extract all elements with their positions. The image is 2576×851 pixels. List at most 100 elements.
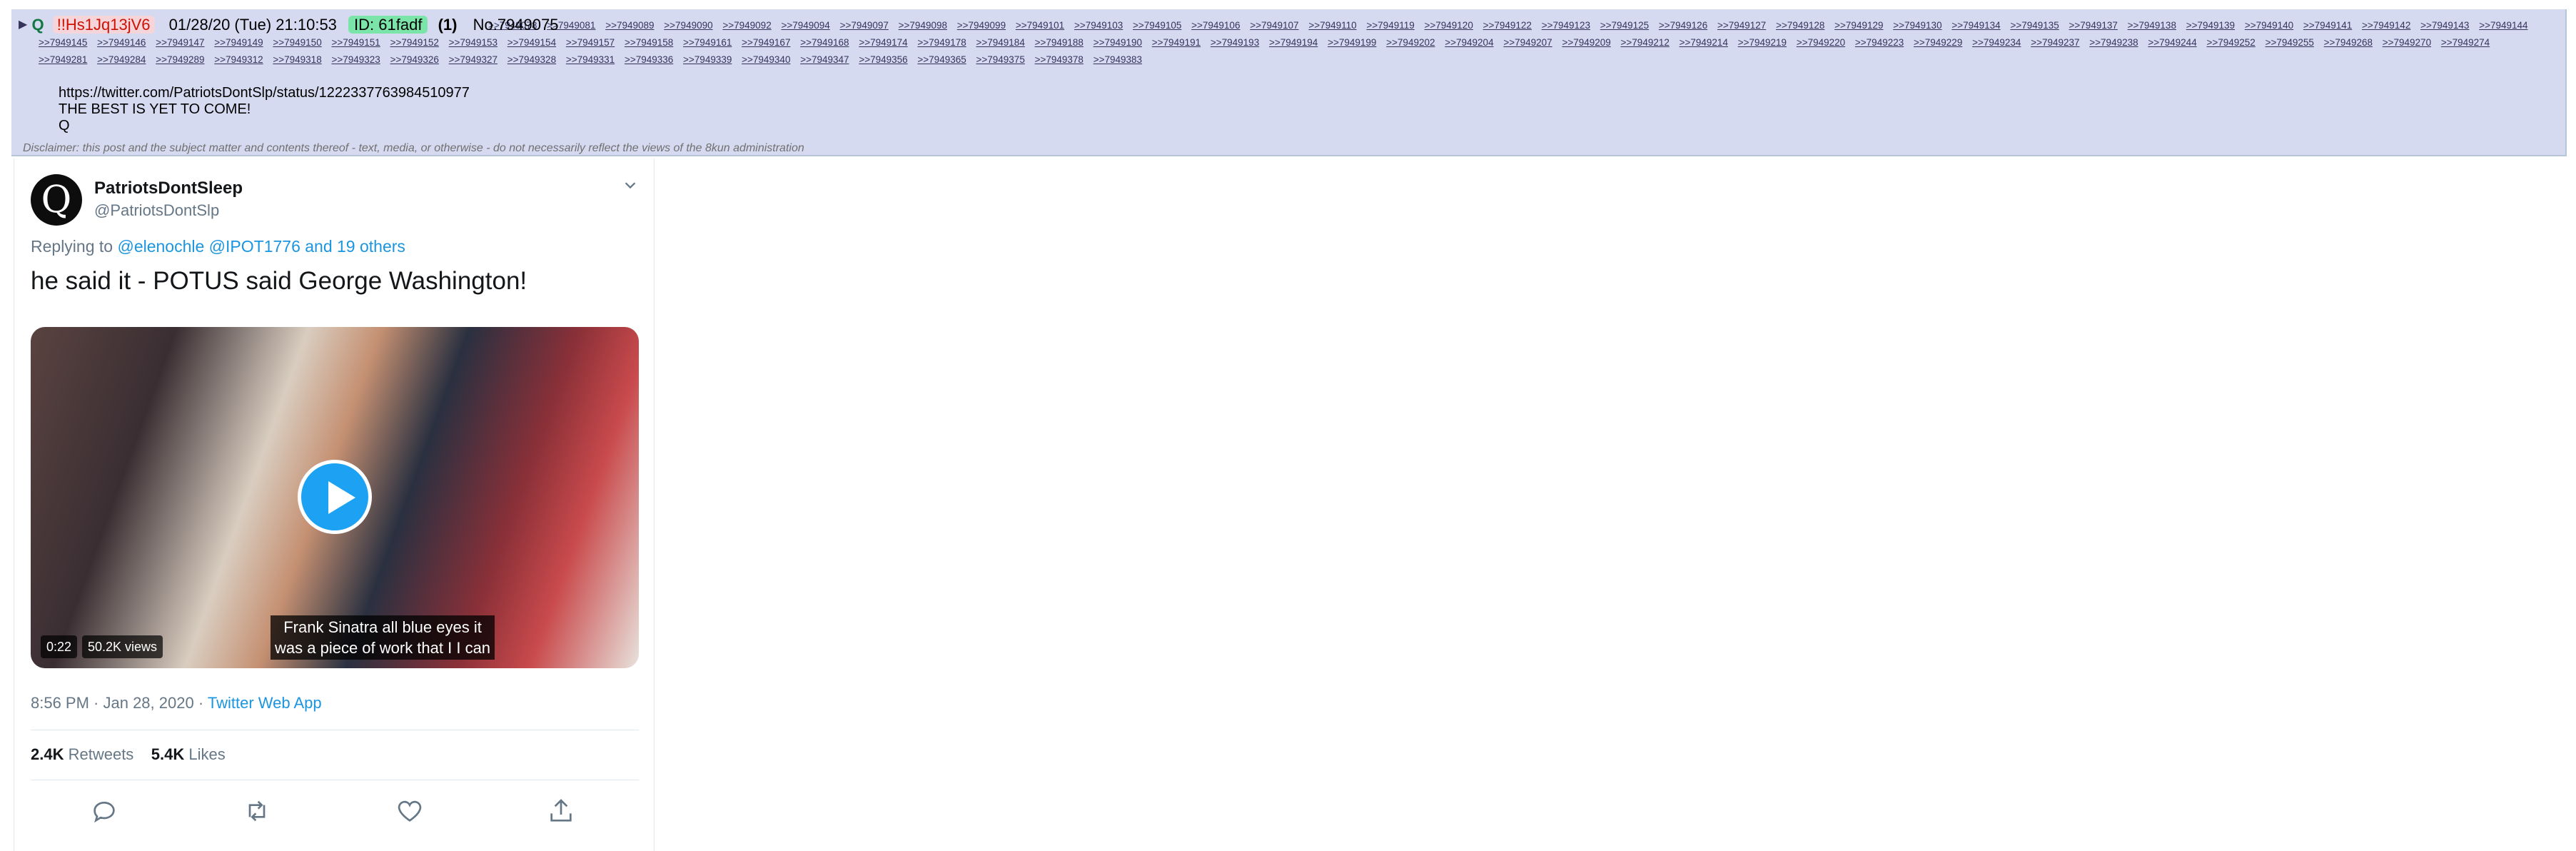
- backlink[interactable]: >>7949238: [2089, 37, 2138, 48]
- backlink[interactable]: >>7949099: [957, 20, 1006, 31]
- backlink[interactable]: >>7949143: [2420, 20, 2469, 31]
- backlink[interactable]: >>7949097: [840, 20, 889, 31]
- backlink[interactable]: >>7949214: [1680, 37, 1728, 48]
- retweets-count[interactable]: 2.4K: [31, 745, 64, 763]
- backlink[interactable]: >>7949092: [722, 20, 771, 31]
- likes-count[interactable]: 5.4K: [151, 745, 184, 763]
- backlink[interactable]: >>7949252: [2206, 37, 2255, 48]
- backlink[interactable]: >>7949339: [683, 54, 732, 65]
- retweet-icon[interactable]: [243, 797, 271, 825]
- backlink[interactable]: >>7949274: [2441, 37, 2490, 48]
- backlink[interactable]: >>7949151: [331, 37, 380, 48]
- backlink[interactable]: >>7949190: [1093, 37, 1142, 48]
- backlink[interactable]: >>7949090: [664, 20, 712, 31]
- backlink[interactable]: >>7949168: [800, 37, 849, 48]
- backlink[interactable]: >>7949158: [625, 37, 673, 48]
- backlink[interactable]: >>7949244: [2148, 37, 2196, 48]
- backlink[interactable]: >>7949107: [1250, 20, 1298, 31]
- backlink[interactable]: >>7949212: [1621, 37, 1670, 48]
- backlink[interactable]: >>7949167: [742, 37, 790, 48]
- backlink[interactable]: >>7949127: [1717, 20, 1766, 31]
- backlink[interactable]: >>7949140: [2245, 20, 2293, 31]
- backlink[interactable]: >>7949105: [1133, 20, 1181, 31]
- backlink[interactable]: >>7949328: [507, 54, 556, 65]
- backlink[interactable]: >>7949327: [449, 54, 497, 65]
- backlink[interactable]: >>7949157: [566, 37, 615, 48]
- backlink[interactable]: >>7949106: [1191, 20, 1240, 31]
- backlink[interactable]: >>7949184: [976, 37, 1025, 48]
- backlink[interactable]: >>7949209: [1562, 37, 1610, 48]
- retweets-label[interactable]: Retweets: [64, 745, 134, 763]
- collapse-arrow-icon[interactable]: ▶: [19, 19, 27, 31]
- backlink[interactable]: >>7949138: [2128, 20, 2176, 31]
- backlink[interactable]: >>7949191: [1152, 37, 1201, 48]
- backlink[interactable]: >>7949130: [1893, 20, 1941, 31]
- tweet-source[interactable]: Twitter Web App: [208, 694, 322, 712]
- post-body-link[interactable]: https://twitter.com/PatriotsDontSlp/stat…: [59, 85, 470, 101]
- user-handle[interactable]: @PatriotsDontSlp: [94, 201, 219, 220]
- backlink[interactable]: >>7949188: [1035, 37, 1084, 48]
- replying-to-link[interactable]: @elenochle @IPOT1776 and 19 others: [117, 237, 405, 256]
- backlink[interactable]: >>7949193: [1211, 37, 1259, 48]
- backlink[interactable]: >>7949142: [2362, 20, 2410, 31]
- backlink[interactable]: >>7949153: [449, 37, 497, 48]
- play-icon[interactable]: [298, 460, 372, 534]
- likes-label[interactable]: Likes: [184, 745, 225, 763]
- backlink[interactable]: >>7949152: [390, 37, 439, 48]
- backlink[interactable]: >>7949365: [917, 54, 966, 65]
- backlink[interactable]: >>7949146: [97, 37, 146, 48]
- backlink[interactable]: >>7949356: [859, 54, 907, 65]
- backlink[interactable]: >>7949318: [273, 54, 321, 65]
- tweet-timestamp[interactable]: 8:56 PM · Jan 28, 2020 ·: [31, 694, 208, 712]
- backlink[interactable]: >>7949120: [1425, 20, 1473, 31]
- backlink[interactable]: >>7949383: [1093, 54, 1142, 65]
- backlink[interactable]: >>7949134: [1951, 20, 2000, 31]
- backlink[interactable]: >>7949207: [1503, 37, 1552, 48]
- backlink[interactable]: >>7949098: [899, 20, 947, 31]
- backlink[interactable]: >>7949161: [683, 37, 732, 48]
- backlink[interactable]: >>7949281: [39, 54, 87, 65]
- backlink[interactable]: >>7949270: [2383, 37, 2431, 48]
- backlink[interactable]: >>7949255: [2266, 37, 2314, 48]
- backlink[interactable]: >>7949312: [214, 54, 263, 65]
- backlink[interactable]: >>7949199: [1328, 37, 1376, 48]
- backlink[interactable]: >>7949154: [507, 37, 556, 48]
- backlink[interactable]: >>7949220: [1797, 37, 1845, 48]
- poster-id[interactable]: ID: 61fadf: [348, 16, 428, 34]
- backlink[interactable]: >>7949089: [605, 20, 654, 31]
- share-icon[interactable]: [547, 797, 575, 825]
- backlink[interactable]: >>7949141: [2303, 20, 2352, 31]
- backlink[interactable]: >>7949202: [1386, 37, 1435, 48]
- backlink[interactable]: >>7949174: [859, 37, 907, 48]
- backlink[interactable]: >>7949323: [331, 54, 380, 65]
- backlink[interactable]: >>7949122: [1483, 20, 1532, 31]
- post-number-link[interactable]: No.7949075: [473, 16, 559, 34]
- backlink[interactable]: >>7949237: [2031, 37, 2079, 48]
- backlink[interactable]: >>7949234: [1972, 37, 2021, 48]
- reply-icon[interactable]: [90, 797, 118, 825]
- backlink[interactable]: >>7949219: [1738, 37, 1787, 48]
- backlink[interactable]: >>7949129: [1834, 20, 1883, 31]
- backlink[interactable]: >>7949204: [1445, 37, 1493, 48]
- avatar[interactable]: Q: [31, 174, 82, 226]
- backlink[interactable]: >>7949110: [1308, 20, 1356, 31]
- backlink[interactable]: >>7949137: [2069, 20, 2118, 31]
- backlink[interactable]: >>7949378: [1035, 54, 1084, 65]
- backlink[interactable]: >>7949144: [2479, 20, 2527, 31]
- backlink[interactable]: >>7949223: [1855, 37, 1904, 48]
- backlink[interactable]: >>7949178: [917, 37, 966, 48]
- backlink[interactable]: >>7949139: [2186, 20, 2235, 31]
- backlink[interactable]: >>7949284: [97, 54, 146, 65]
- backlink[interactable]: >>7949126: [1659, 20, 1707, 31]
- backlink[interactable]: >>7949119: [1366, 20, 1414, 31]
- backlink[interactable]: >>7949145: [39, 37, 87, 48]
- backlink[interactable]: >>7949229: [1914, 37, 1962, 48]
- backlink[interactable]: >>7949147: [156, 37, 204, 48]
- video-player[interactable]: Frank Sinatra all blue eyes it was a pie…: [31, 327, 639, 668]
- backlink[interactable]: >>7949268: [2324, 37, 2373, 48]
- backlink[interactable]: >>7949135: [2010, 20, 2059, 31]
- backlink[interactable]: >>7949149: [214, 37, 263, 48]
- like-icon[interactable]: [395, 797, 424, 825]
- backlink[interactable]: >>7949326: [390, 54, 439, 65]
- backlink[interactable]: >>7949101: [1016, 20, 1064, 31]
